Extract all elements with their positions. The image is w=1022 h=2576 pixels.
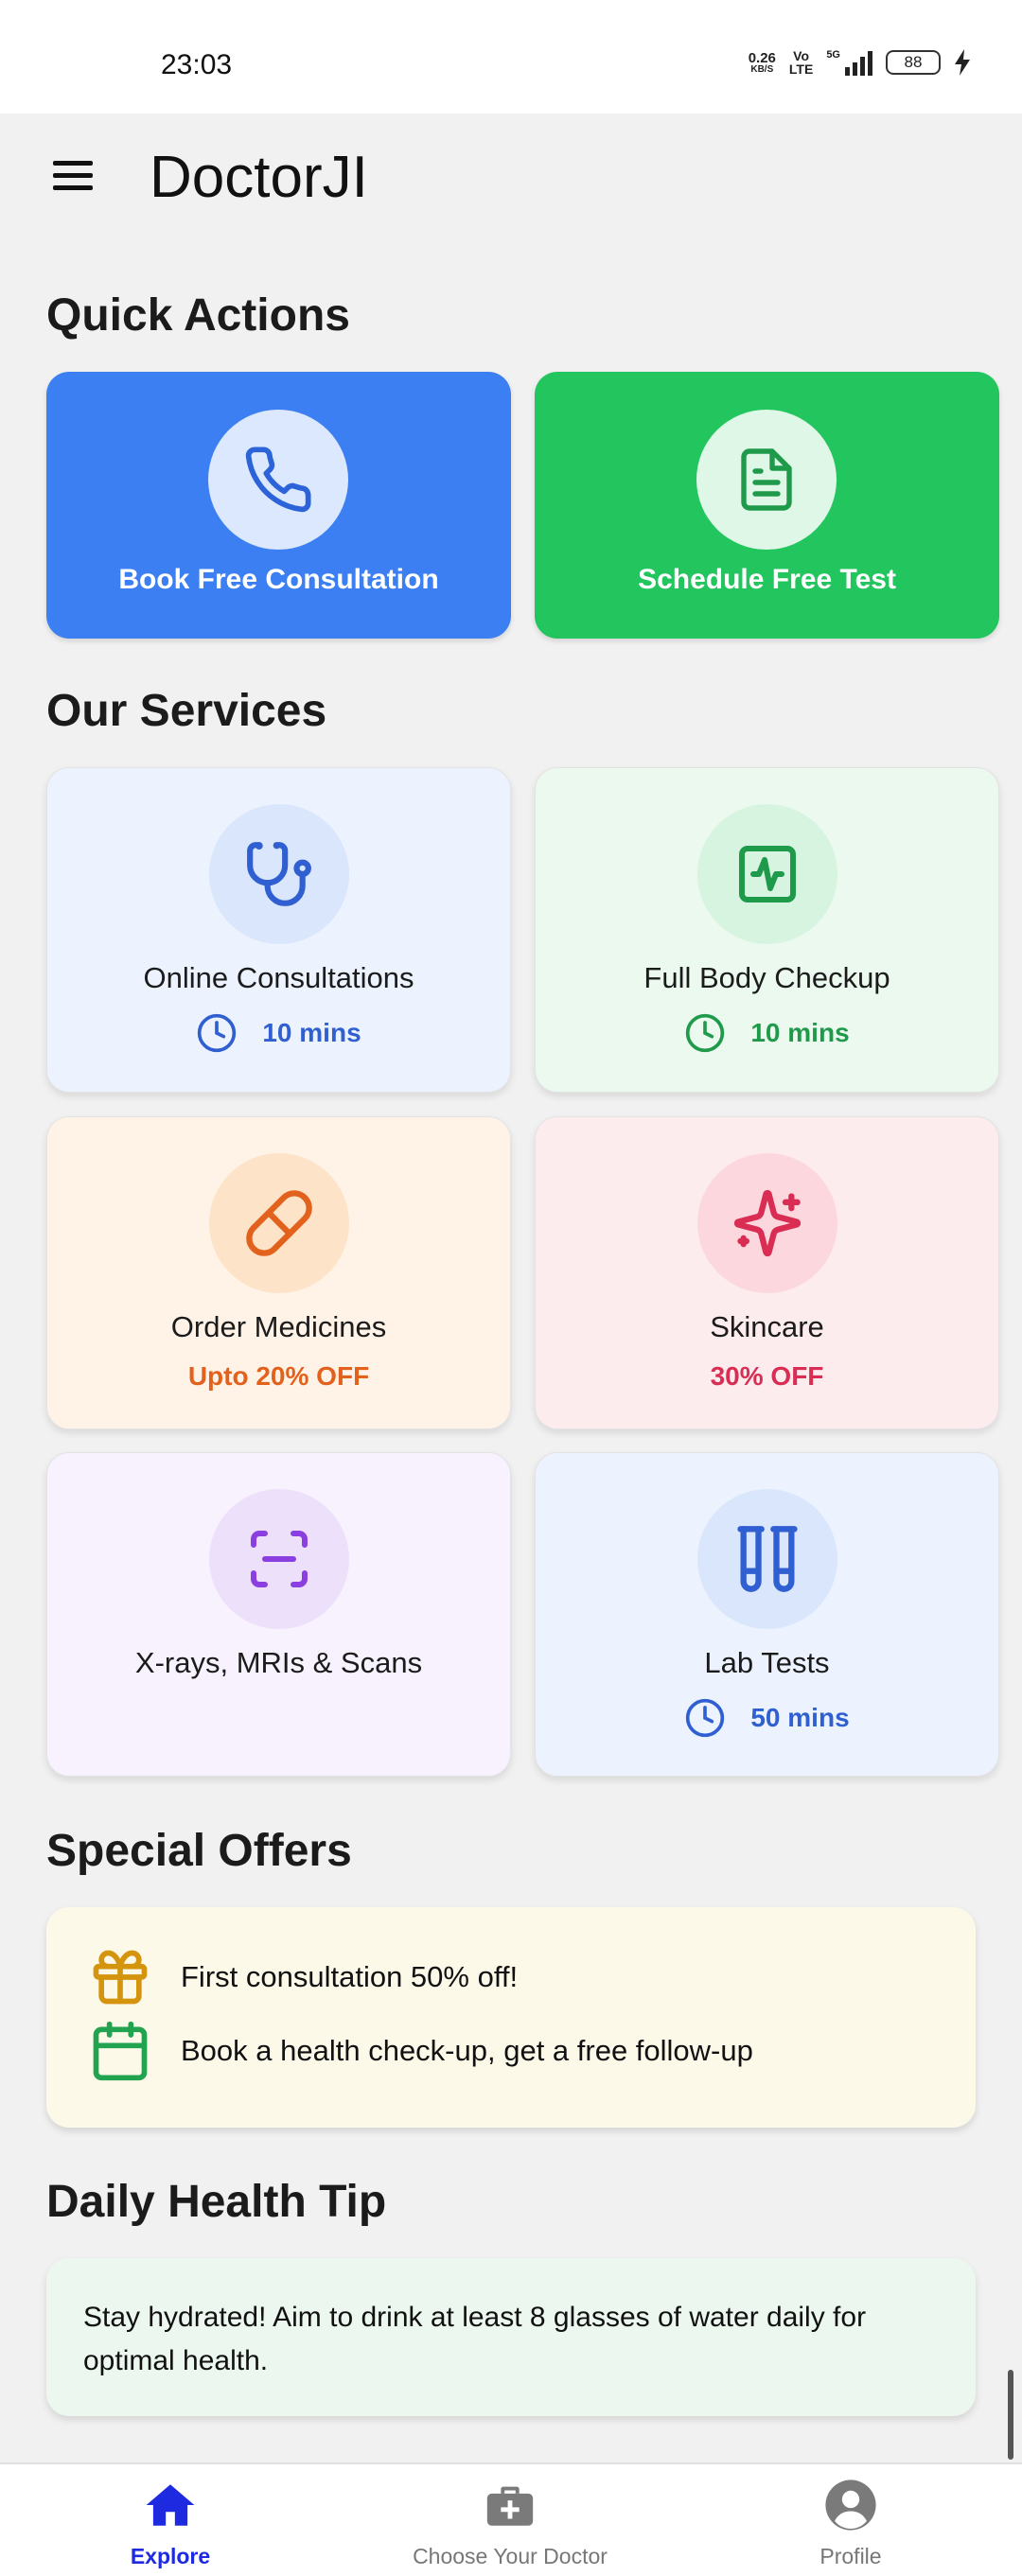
service-offer: Upto 20% OFF [187,1361,370,1391]
service-name: Full Body Checkup [643,961,890,994]
volte-bottom: LTE [788,61,814,77]
special-offers-title: Special Offers [46,1826,352,1876]
network-speed: 0.26 KB/S [749,51,776,75]
daily-tip-text: Stay hydrated! Aim to drink at least 8 g… [83,2302,867,2376]
scrollbar[interactable] [1008,2370,1013,2460]
service-offer: 30% OFF [710,1361,824,1391]
service-lab-tests[interactable]: Lab Tests 50 mins [535,1452,999,1777]
status-bar: 23:03 0.26 KB/S Vo LTE 5G 88 [0,0,1022,114]
network-speed-value: 0.26 [748,49,776,66]
document-icon [696,410,837,550]
nav-explore[interactable]: Explore [0,2464,341,2576]
offer-item[interactable]: Book a health check-up, get a free follo… [88,2019,753,2083]
nav-choose-doctor[interactable]: Choose Your Doctor [340,2464,680,2576]
status-time: 23:03 [161,49,233,80]
service-duration: 10 mins [47,1012,510,1054]
sparkles-icon [697,1153,837,1293]
special-offers-card: First consultation 50% off! Book a healt… [46,1907,976,2128]
calendar-icon [93,2021,148,2081]
volte-top: Vo [793,48,810,63]
nav-choose-doctor-label: Choose Your Doctor [413,2544,608,2568]
service-online-consultations[interactable]: Online Consultations 10 mins [46,767,511,1093]
service-xrays-mris-scans[interactable]: X-rays, MRIs & Scans [46,1452,511,1777]
app-title: DoctorJI [150,145,368,210]
service-name: Skincare [710,1310,824,1343]
service-duration: 50 mins [536,1697,998,1739]
pill-icon [209,1153,349,1293]
network-type: 5G [826,49,840,61]
clock-icon [686,1013,725,1053]
service-duration-text: 10 mins [750,1018,850,1047]
book-consultation-button[interactable]: Book Free Consultation [46,372,511,639]
nav-profile-label: Profile [819,2544,882,2568]
hamburger-menu-icon[interactable] [53,161,93,191]
offer-text: First consultation 50% off! [181,1960,519,1993]
clock-icon [198,1013,237,1053]
offer-text: Book a health check-up, get a free follo… [181,2034,753,2067]
service-duration: 10 mins [536,1012,998,1054]
service-name: Order Medicines [170,1310,387,1343]
battery-level: 88 [886,50,941,75]
activity-icon [697,804,837,944]
clock-icon [686,1698,725,1738]
phone-icon [208,410,348,550]
bottom-navigation: Explore Choose Your Doctor Profile [0,2462,1022,2576]
scan-icon [209,1489,349,1629]
signal-strength-icon: 5G [826,49,872,76]
nav-profile[interactable]: Profile [680,2464,1021,2576]
home-icon [146,2484,195,2526]
service-duration-text: 10 mins [262,1018,361,1047]
quick-actions-title: Quick Actions [46,290,350,341]
schedule-test-button[interactable]: Schedule Free Test [535,372,999,639]
service-full-body-checkup[interactable]: Full Body Checkup 10 mins [535,767,999,1093]
test-tubes-icon [697,1489,837,1629]
service-skincare[interactable]: Skincare 30% OFF [535,1116,999,1429]
nav-explore-label: Explore [130,2544,211,2568]
service-name: Lab Tests [704,1646,830,1679]
services-title: Our Services [46,686,327,736]
charging-icon [955,49,970,76]
book-consultation-label: Book Free Consultation [118,564,439,595]
profile-icon [825,2480,876,2531]
daily-tip-title: Daily Health Tip [46,2177,387,2227]
service-duration-text: 50 mins [750,1703,850,1732]
service-name: Online Consultations [143,961,414,994]
gift-icon [93,1950,148,2005]
medical-kit-icon [486,2486,534,2526]
schedule-test-label: Schedule Free Test [638,564,896,595]
stethoscope-icon [209,804,349,944]
volte-indicator: Vo LTE [789,49,813,76]
service-name: X-rays, MRIs & Scans [134,1646,423,1679]
daily-tip-card: Stay hydrated! Aim to drink at least 8 g… [46,2258,976,2416]
service-order-medicines[interactable]: Order Medicines Upto 20% OFF [46,1116,511,1429]
status-indicators: 0.26 KB/S Vo LTE 5G 88 [749,49,971,76]
offer-item[interactable]: First consultation 50% off! [88,1945,518,2009]
app-bar: DoctorJI [0,114,1022,246]
network-speed-unit: KB/S [750,63,774,75]
